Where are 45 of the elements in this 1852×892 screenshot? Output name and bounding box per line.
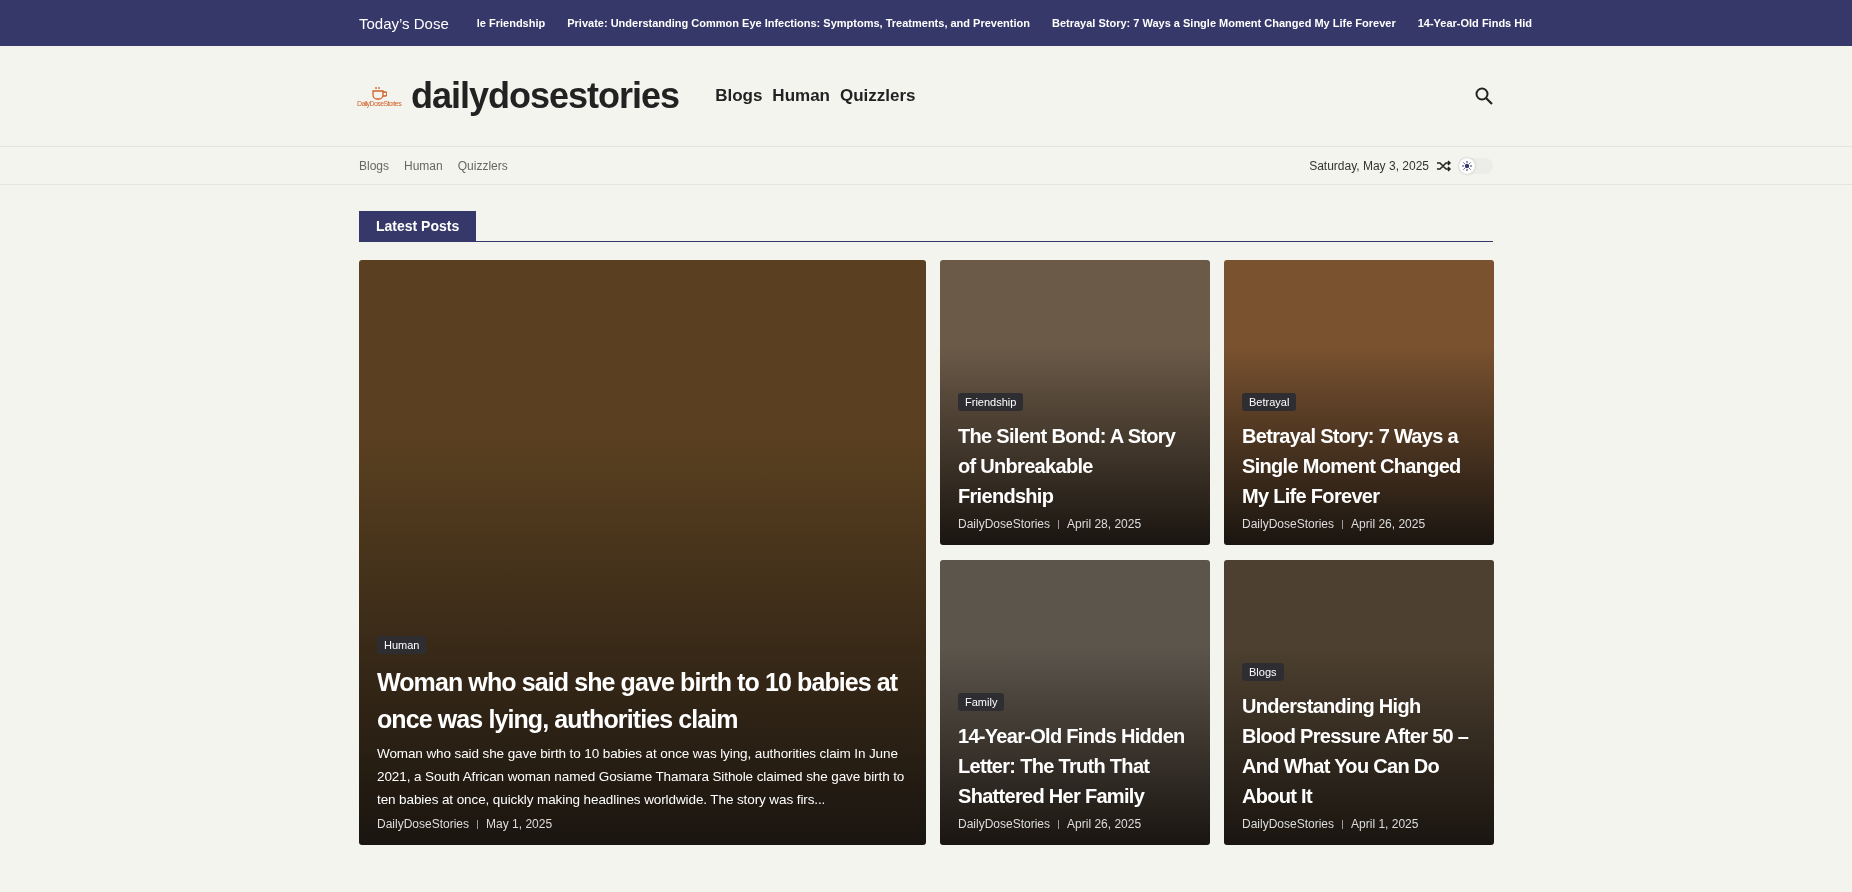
post-date: April 26, 2025 [1067, 817, 1142, 831]
current-date: Saturday, May 3, 2025 [1309, 158, 1429, 173]
subnav-link[interactable]: Human [404, 158, 443, 173]
dark-mode-toggle[interactable] [1459, 157, 1493, 174]
category-tag[interactable]: Human [377, 636, 427, 654]
category-tag[interactable]: Family [958, 693, 1005, 711]
sun-icon [1462, 160, 1472, 171]
section-title: Latest Posts [359, 211, 477, 241]
category-tag[interactable]: Betrayal [1242, 393, 1297, 411]
category-tag[interactable]: Blogs [1242, 663, 1284, 681]
ticker-link[interactable]: Betrayal Story: 7 Ways a Single Moment Changed My Life Forever [1051, 17, 1396, 29]
post-title[interactable]: 14-Year-Old Finds Hidden Letter: The Truth That Shattered Her Family [958, 721, 1192, 811]
search-icon[interactable] [1475, 87, 1493, 105]
ticker-label: Today’s Dose [359, 14, 449, 32]
post-title[interactable]: Woman who said she gave birth to 10 babies at once was lying, authorities claim [377, 664, 908, 738]
post-card[interactable]: Friendship The Silent Bond: A Story of Unbreakable Friendship DailyDoseStories April 28, 2025 [940, 260, 1210, 545]
post-author[interactable]: DailyDoseStories [958, 517, 1051, 531]
post-title[interactable]: Understanding High Blood Pressure After 50 – And What You Can Do About It [1242, 691, 1476, 811]
post-title[interactable]: The Silent Bond: A Story of Unbreakable Friendship [958, 421, 1192, 511]
subnav-link[interactable]: Blogs [359, 158, 390, 173]
post-date: April 26, 2025 [1351, 517, 1426, 531]
post-author[interactable]: DailyDoseStories [958, 817, 1051, 831]
post-date: May 1, 2025 [486, 817, 553, 831]
post-card[interactable] [359, 260, 926, 845]
post-author[interactable]: DailyDoseStories [377, 817, 470, 831]
ticker-link[interactable]: Private: Understanding Common Eye Infections: Symptoms, Treatments, and Prevention [567, 17, 1030, 29]
post-title[interactable]: Betrayal Story: 7 Ways a Single Moment Changed My Life Forever [1242, 421, 1476, 511]
post-author[interactable]: DailyDoseStories [1242, 517, 1335, 531]
nav-link[interactable]: Human [772, 86, 830, 106]
post-card[interactable]: Family 14-Year-Old Finds Hidden Letter: The Truth That Shattered Her Family DailyDoseStories April 26, 2025 [940, 560, 1210, 845]
nav-link[interactable]: Quizzlers [840, 86, 916, 106]
post-excerpt: Woman who said she gave birth to 10 babies at once was lying, authorities claim In June 2021, a South African woman named Gosiame Thamara Sithole claimed she gave birth to ten babies at once, quickly making headlines worldwide. The story was firs... [377, 745, 906, 809]
post-date: April 28, 2025 [1067, 517, 1142, 531]
post-card[interactable]: Blogs Understanding High Blood Pressure After 50 – And What You Can Do About It DailyDoseStories April 1, 2025 [1224, 560, 1494, 845]
post-date: April 1, 2025 [1351, 817, 1419, 831]
category-tag[interactable]: Friendship [958, 393, 1024, 411]
cup-icon [371, 85, 387, 100]
subnav-link[interactable]: Quizzlers [457, 158, 508, 173]
ticker-link[interactable]: 14-Year-Old Finds Hid [1417, 17, 1532, 29]
post-card[interactable]: Betrayal Betrayal Story: 7 Ways a Single Moment Changed My Life Forever DailyDoseStories April 26, 2025 [1224, 260, 1494, 545]
nav-link[interactable]: Blogs [715, 86, 763, 106]
shuffle-icon[interactable] [1437, 159, 1451, 172]
site-name[interactable]: dailydosestories [411, 75, 680, 117]
post-author[interactable]: DailyDoseStories [1242, 817, 1335, 831]
ticker-link[interactable]: le Friendship [476, 17, 546, 29]
